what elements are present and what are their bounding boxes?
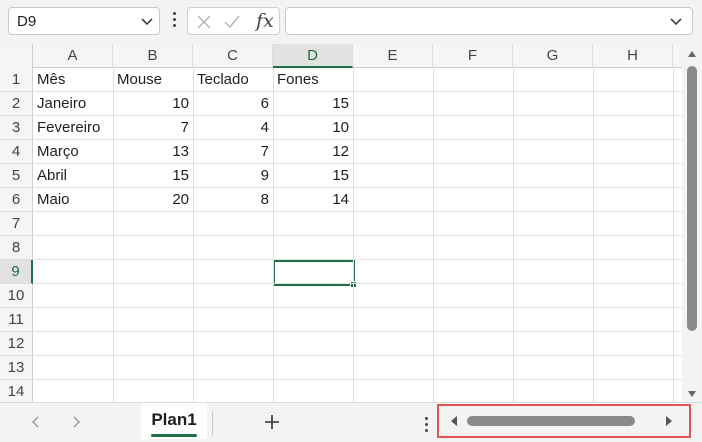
grid-line — [33, 331, 682, 332]
sheet-tab-plan1[interactable]: Plan1 — [141, 403, 207, 439]
row-header-2[interactable]: 2 — [0, 92, 33, 116]
previous-sheet-icon[interactable] — [29, 415, 43, 429]
row-header-13[interactable]: 13 — [0, 356, 33, 380]
function-icon[interactable]: fx — [256, 10, 274, 32]
enter-icon[interactable] — [222, 12, 242, 32]
row-header-8[interactable]: 8 — [0, 236, 33, 260]
tab-divider — [212, 411, 213, 435]
active-tab-indicator — [151, 434, 197, 437]
grid-line — [33, 355, 682, 356]
row-header-7[interactable]: 7 — [0, 212, 33, 236]
row-header-14[interactable]: 14 — [0, 380, 33, 402]
cell-b2[interactable]: 10 — [113, 92, 193, 116]
more-options-icon[interactable] — [171, 12, 177, 32]
row-header-5[interactable]: 5 — [0, 164, 33, 188]
row-header-4[interactable]: 4 — [0, 140, 33, 164]
column-header-g[interactable]: G — [513, 44, 593, 68]
column-header-d[interactable]: D — [273, 44, 353, 68]
chevron-down-icon[interactable] — [139, 13, 155, 29]
grid-line — [33, 259, 682, 260]
cell-c4[interactable]: 7 — [193, 140, 273, 164]
cell-b6[interactable]: 20 — [113, 188, 193, 212]
cell-d1[interactable]: Fones — [273, 68, 353, 92]
column-headers: ABCDEFGH — [0, 44, 682, 68]
column-header-b[interactable]: B — [113, 44, 193, 68]
sheet-tab-label: Plan1 — [151, 410, 197, 429]
cell-d4[interactable]: 12 — [273, 140, 353, 164]
cancel-icon[interactable] — [194, 12, 214, 32]
formula-input[interactable] — [285, 7, 693, 35]
cell-b3[interactable]: 7 — [113, 116, 193, 140]
scroll-up-icon[interactable] — [687, 49, 697, 59]
formula-controls: fx — [187, 7, 280, 35]
cell-c3[interactable]: 4 — [193, 116, 273, 140]
cell-d6[interactable]: 14 — [273, 188, 353, 212]
select-all-corner[interactable] — [0, 44, 33, 68]
formula-bar: D9 fx — [0, 0, 702, 44]
cell-d3[interactable]: 10 — [273, 116, 353, 140]
cell-d5[interactable]: 15 — [273, 164, 353, 188]
cell-b1[interactable]: Mouse — [113, 68, 193, 92]
row-header-3[interactable]: 3 — [0, 116, 33, 140]
cell-b4[interactable]: 13 — [113, 140, 193, 164]
cell-c5[interactable]: 9 — [193, 164, 273, 188]
vertical-scrollbar[interactable] — [682, 44, 702, 402]
vertical-scroll-thumb[interactable] — [687, 66, 697, 331]
horizontal-scrollbar[interactable] — [437, 404, 691, 438]
column-header-c[interactable]: C — [193, 44, 273, 68]
cell-d2[interactable]: 15 — [273, 92, 353, 116]
column-header-h[interactable]: H — [593, 44, 673, 68]
cell-c2[interactable]: 6 — [193, 92, 273, 116]
cell-c6[interactable]: 8 — [193, 188, 273, 212]
chevron-down-icon[interactable] — [668, 13, 684, 29]
scroll-down-icon[interactable] — [687, 389, 697, 399]
grid-line — [33, 283, 682, 284]
cell-area[interactable]: Mês Mouse Teclado Fones Janeiro 10 6 15 Fevereir… — [33, 68, 682, 402]
row-header-11[interactable]: 11 — [0, 308, 33, 332]
grid-line — [33, 307, 682, 308]
row-header-10[interactable]: 10 — [0, 284, 33, 308]
add-sheet-icon[interactable] — [262, 412, 282, 432]
name-box[interactable]: D9 — [8, 7, 160, 35]
column-header-f[interactable]: F — [433, 44, 513, 68]
name-box-value: D9 — [17, 13, 37, 30]
cell-a2[interactable]: Janeiro — [33, 92, 113, 116]
column-header-a[interactable]: A — [33, 44, 113, 68]
cell-c1[interactable]: Teclado — [193, 68, 273, 92]
cell-a6[interactable]: Maio — [33, 188, 113, 212]
grid-line — [33, 379, 682, 380]
column-header-e[interactable]: E — [353, 44, 433, 68]
cell-b5[interactable]: 15 — [113, 164, 193, 188]
row-header-1[interactable]: 1 — [0, 68, 33, 92]
horizontal-scroll-thumb[interactable] — [467, 416, 635, 426]
row-header-12[interactable]: 12 — [0, 332, 33, 356]
cell-a5[interactable]: Abril — [33, 164, 113, 188]
more-options-icon[interactable] — [423, 417, 429, 435]
cell-a1[interactable]: Mês — [33, 68, 113, 92]
scroll-left-icon[interactable] — [449, 415, 459, 427]
grid-line — [33, 235, 682, 236]
row-header-9[interactable]: 9 — [0, 260, 33, 284]
spreadsheet-grid[interactable]: ABCDEFGH 1 2 3 4 5 6 7 8 9 10 11 12 13 14 Mês Mouse Tec… — [0, 44, 682, 402]
row-header-6[interactable]: 6 — [0, 188, 33, 212]
cell-a3[interactable]: Fevereiro — [33, 116, 113, 140]
cell-a4[interactable]: Março — [33, 140, 113, 164]
scroll-right-icon[interactable] — [664, 415, 674, 427]
next-sheet-icon[interactable] — [69, 415, 83, 429]
